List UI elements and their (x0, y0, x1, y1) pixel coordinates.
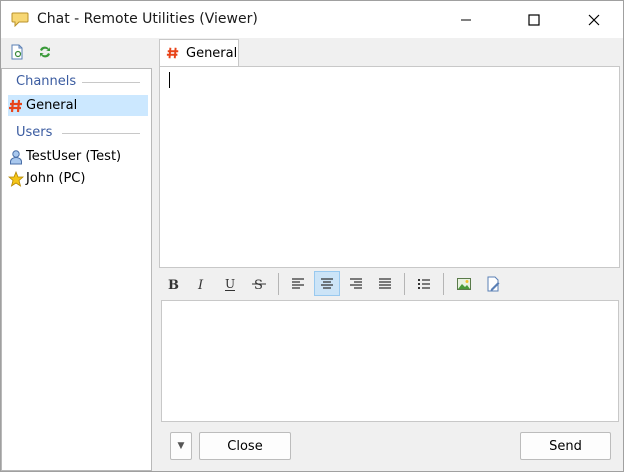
chevron-down-icon: ▼ (177, 441, 185, 451)
user-label: TestUser (Test) (26, 149, 122, 164)
align-left-button[interactable] (285, 271, 311, 296)
message-history[interactable] (159, 66, 620, 268)
underline-icon: U (225, 277, 235, 291)
bold-icon: B (168, 278, 179, 292)
edit-document-icon (487, 276, 500, 291)
star-icon (8, 170, 24, 187)
chat-window: Chat - Remote Utilities (Viewer) Channel… (0, 0, 624, 472)
insert-image-button[interactable] (451, 271, 477, 296)
left-toolbar (1, 38, 152, 68)
close-window-button[interactable] (571, 1, 617, 38)
align-right-icon (350, 277, 362, 289)
hash-icon (9, 99, 22, 112)
format-toolbar: B I U S (159, 269, 618, 299)
send-button[interactable]: Send (520, 432, 611, 460)
channels-header: Channels (16, 74, 77, 89)
user-label: John (PC) (26, 171, 86, 186)
window-title: Chat - Remote Utilities (Viewer) (37, 11, 258, 27)
separator (404, 273, 405, 295)
separator (443, 273, 444, 295)
title-bar: Chat - Remote Utilities (Viewer) (1, 1, 623, 38)
align-center-button[interactable] (314, 271, 340, 296)
bold-button[interactable]: B (160, 271, 186, 296)
justify-icon (379, 277, 391, 289)
users-header: Users (16, 125, 53, 140)
align-right-button[interactable] (343, 271, 369, 296)
chat-bubble-icon (11, 12, 29, 27)
maximize-button[interactable] (511, 1, 557, 38)
refresh-icon[interactable] (37, 44, 53, 60)
strikethrough-icon: S (252, 278, 266, 292)
hash-icon (166, 47, 179, 59)
image-icon (457, 277, 471, 290)
user-item-john[interactable]: John (PC) (8, 168, 148, 189)
divider (82, 82, 140, 83)
svg-text:B: B (168, 278, 179, 292)
sidebar: Channels General Users TestUser (Test) J… (1, 68, 152, 471)
divider (62, 133, 140, 134)
tab-general[interactable]: General (159, 39, 239, 66)
bullet-list-button[interactable] (411, 271, 437, 296)
justify-button[interactable] (372, 271, 398, 296)
tab-label: General (186, 45, 238, 61)
align-center-icon (321, 277, 333, 289)
svg-text:U: U (225, 277, 235, 291)
user-item-testuser[interactable]: TestUser (Test) (8, 146, 148, 167)
svg-text:I: I (197, 278, 204, 292)
channel-item-general[interactable]: General (8, 95, 148, 116)
document-icon[interactable] (9, 44, 25, 60)
minimize-icon (461, 19, 471, 20)
italic-icon: I (197, 278, 204, 292)
close-button[interactable]: Close (199, 432, 291, 460)
text-caret (169, 72, 170, 88)
close-icon (588, 14, 600, 25)
insert-file-button[interactable] (480, 271, 506, 296)
options-dropdown-button[interactable]: ▼ (170, 432, 192, 460)
separator (278, 273, 279, 295)
user-icon (10, 149, 22, 164)
message-input[interactable] (161, 300, 619, 422)
underline-button[interactable]: U (217, 271, 243, 296)
maximize-icon (528, 13, 540, 26)
minimize-button[interactable] (443, 1, 489, 38)
strikethrough-button[interactable]: S (246, 271, 272, 296)
bottom-bar: ▼ Close Send (159, 422, 618, 470)
channel-label: General (26, 98, 78, 113)
align-left-icon (292, 277, 304, 289)
svg-text:S: S (254, 278, 263, 292)
bullet-list-icon (418, 278, 430, 289)
italic-button[interactable]: I (188, 271, 214, 296)
